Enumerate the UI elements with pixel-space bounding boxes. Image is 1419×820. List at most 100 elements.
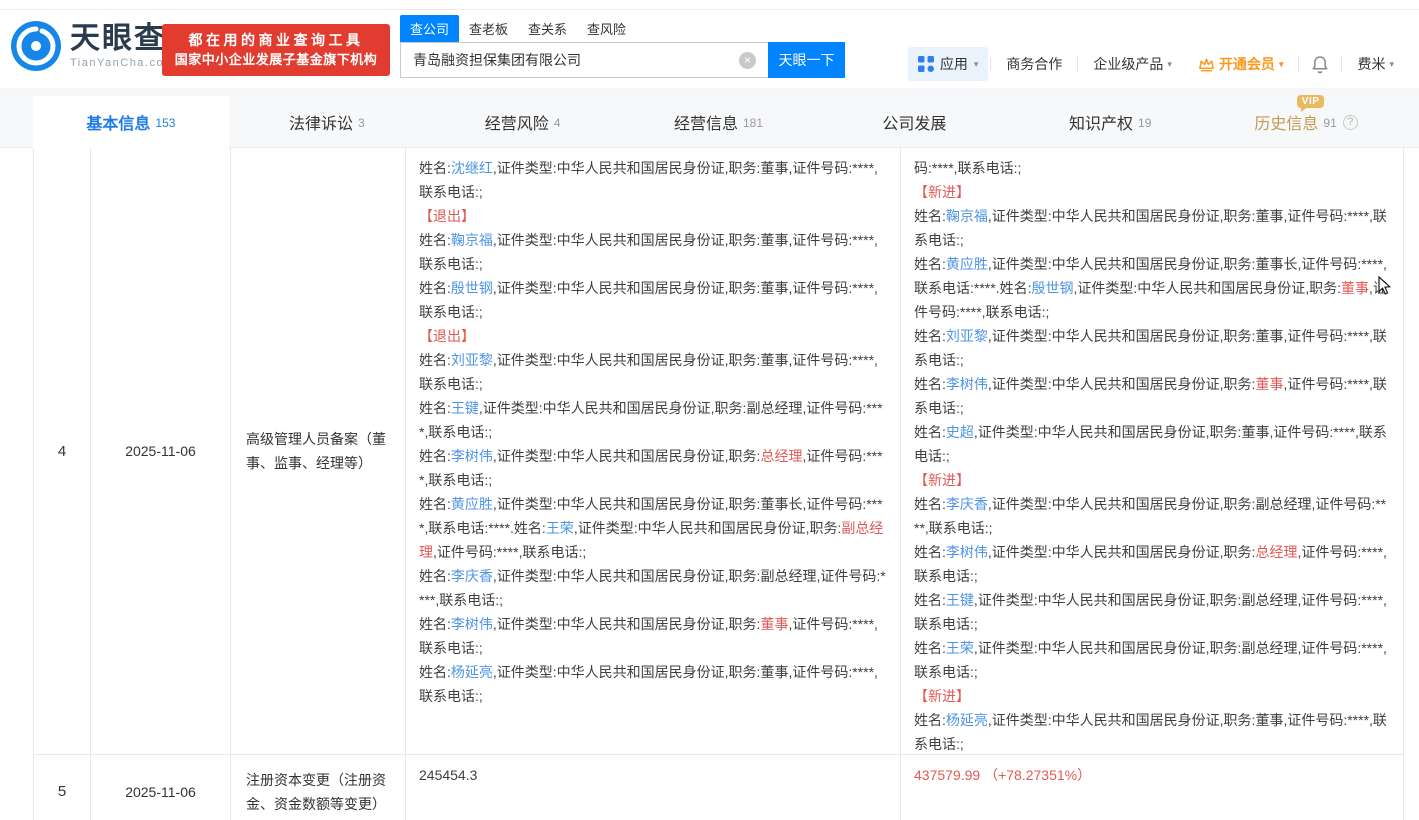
change-item: 注册资本变更（注册资金、资金数额等变更） xyxy=(230,755,405,820)
record-line: 【新进】 xyxy=(914,468,1390,492)
help-icon[interactable]: ? xyxy=(1343,115,1358,130)
record-line: 【新进】 xyxy=(914,180,1390,204)
search-tab-boss[interactable]: 查老板 xyxy=(459,15,518,42)
person-link[interactable]: 李树伟 xyxy=(451,448,493,464)
tianyancha-logo-icon xyxy=(10,20,62,72)
record-line: 437579.99 （+78.27351%） xyxy=(914,763,1390,787)
brand-name: 天眼查 xyxy=(70,23,175,55)
apps-menu[interactable]: 应用 ▾ xyxy=(908,47,989,81)
person-link[interactable]: 殷世钢 xyxy=(451,280,493,296)
record-line: 姓名:李树伟,证件类型:中华人民共和国居民身份证,职务:总经理,证件号码:***… xyxy=(914,540,1390,588)
tab-count: 91 xyxy=(1323,116,1336,130)
change-date: 2025-11-06 xyxy=(90,148,230,755)
divider xyxy=(1077,57,1078,71)
person-link[interactable]: 李树伟 xyxy=(451,616,493,632)
highlight-text: 【新进】 xyxy=(914,688,970,704)
tab-count: 3 xyxy=(358,116,365,130)
divider xyxy=(1298,57,1299,71)
person-link[interactable]: 杨延亮 xyxy=(451,664,493,680)
person-link[interactable]: 刘亚黎 xyxy=(451,352,493,368)
enterprise-products-menu[interactable]: 企业级产品 ▾ xyxy=(1080,54,1185,74)
chevron-down-icon: ▾ xyxy=(974,59,979,70)
brand-logo[interactable]: 天眼查 TianYanCha.com xyxy=(10,20,175,72)
record-line: 【退出】 xyxy=(419,204,887,228)
person-link[interactable]: 沈继红 xyxy=(451,160,493,176)
highlight-text: 总经理 xyxy=(760,448,802,464)
before-change-cell: 姓名:沈继红,证件类型:中华人民共和国居民身份证,职务:董事,证件号码:****… xyxy=(405,148,900,755)
header: 天眼查 TianYanCha.com 都在用的商业查询工具 国家中小企业发展子基… xyxy=(0,10,1419,88)
person-link[interactable]: 殷世钢 xyxy=(1031,280,1073,296)
tab-label: 法律诉讼 xyxy=(289,110,353,134)
tab-operating-risk[interactable]: 经营风险4 xyxy=(425,96,621,148)
notifications-button[interactable] xyxy=(1301,55,1339,74)
record-line: 姓名:刘亚黎,证件类型:中华人民共和国居民身份证,职务:董事,证件号码:****… xyxy=(914,324,1390,372)
tab-basic-info[interactable]: 基本信息153 xyxy=(33,96,229,148)
person-link[interactable]: 鞠京福 xyxy=(946,208,988,224)
user-account-menu[interactable]: 费米 ▾ xyxy=(1344,54,1407,74)
highlight-text: 【退出】 xyxy=(419,328,475,344)
tab-intellectual-property[interactable]: 知识产权19 xyxy=(1012,96,1208,148)
record-line: 姓名:黄应胜,证件类型:中华人民共和国居民身份证,职务:董事长,证件号码:***… xyxy=(914,252,1390,324)
section-divider xyxy=(0,88,1419,96)
search-tab-risk[interactable]: 查风险 xyxy=(577,15,636,42)
person-link[interactable]: 王荣 xyxy=(946,640,974,656)
search-input[interactable] xyxy=(400,42,768,78)
record-line: 【退出】 xyxy=(419,324,887,348)
record-line: 姓名:沈继红,证件类型:中华人民共和国居民身份证,职务:董事,证件号码:****… xyxy=(419,156,887,204)
record-line: 姓名:殷世钢,证件类型:中华人民共和国居民身份证,职务:董事,证件号码:****… xyxy=(419,276,887,324)
brand-domain: TianYanCha.com xyxy=(70,57,175,69)
chevron-down-icon: ▾ xyxy=(1389,59,1394,70)
record-line: 姓名:杨延亮,证件类型:中华人民共和国居民身份证,职务:董事,证件号码:****… xyxy=(914,708,1390,756)
tab-label: 基本信息 xyxy=(86,110,150,134)
tab-label: 知识产权 xyxy=(1069,110,1133,134)
person-link[interactable]: 杨延亮 xyxy=(946,712,988,728)
search-tab-company[interactable]: 查公司 xyxy=(400,15,459,42)
person-link[interactable]: 李树伟 xyxy=(946,544,988,560)
tab-operating-info[interactable]: 经营信息181 xyxy=(621,96,817,148)
tab-count: 4 xyxy=(554,116,561,130)
person-link[interactable]: 王荣 xyxy=(546,520,574,536)
tab-label: 历史信息 xyxy=(1254,110,1318,134)
tab-history[interactable]: 历史信息VIP91? xyxy=(1208,96,1404,148)
header-menu: 应用 ▾ 商务合作 企业级产品 ▾ 开通会员 ▾ xyxy=(908,46,1407,82)
search-tab-relation[interactable]: 查关系 xyxy=(518,15,577,42)
person-link[interactable]: 史超 xyxy=(946,424,974,440)
search-button[interactable]: 天眼一下 xyxy=(768,42,845,78)
record-line: 码:****,联系电话:; xyxy=(914,156,1390,180)
chevron-down-icon: ▾ xyxy=(1279,59,1284,70)
record-line: 姓名:李树伟,证件类型:中华人民共和国居民身份证,职务:董事,证件号码:****… xyxy=(419,612,887,660)
table-row: 52025-11-06注册资本变更（注册资金、资金数额等变更）245454.34… xyxy=(33,755,1404,820)
slogan-badge: 都在用的商业查询工具 国家中小企业发展子基金旗下机构 xyxy=(162,24,390,76)
open-vip-menu[interactable]: 开通会员 ▾ xyxy=(1185,54,1297,74)
clear-search-icon[interactable]: × xyxy=(739,52,756,69)
crown-icon xyxy=(1198,56,1215,73)
highlight-text: 437579.99 （+78.27351%） xyxy=(914,767,1091,783)
tab-development[interactable]: 公司发展 xyxy=(816,96,1012,148)
record-line: 姓名:王键,证件类型:中华人民共和国居民身份证,职务:副总经理,证件号码:***… xyxy=(419,396,887,444)
person-link[interactable]: 鞠京福 xyxy=(451,232,493,248)
highlight-text: 董事 xyxy=(1341,280,1369,296)
company-tabbar: 基本信息153 法律诉讼 3 经营风险4经营信息181公司发展知识产权19历史信息VI… xyxy=(0,96,1419,148)
person-link[interactable]: 黄应胜 xyxy=(946,256,988,272)
person-link[interactable]: 李树伟 xyxy=(946,376,988,392)
change-records-table: 42025-11-06高级管理人员备案（董事、监事、经理等）姓名:沈继红,证件类… xyxy=(33,148,1404,820)
apps-label: 应用 xyxy=(940,54,968,74)
business-cooperation-link[interactable]: 商务合作 xyxy=(993,54,1075,74)
person-link[interactable]: 王键 xyxy=(946,592,974,608)
tab-legal[interactable]: 法律诉讼 3 xyxy=(229,96,425,148)
person-link[interactable]: 刘亚黎 xyxy=(946,328,988,344)
slogan-line1: 都在用的商业查询工具 xyxy=(162,30,390,50)
search-area: 查公司查老板查关系查风险 × 天眼一下 xyxy=(400,16,845,78)
divider xyxy=(1341,57,1342,71)
person-link[interactable]: 李庆香 xyxy=(946,496,988,512)
person-link[interactable]: 黄应胜 xyxy=(451,496,493,512)
record-line: 姓名:黄应胜,证件类型:中华人民共和国居民身份证,职务:董事长,证件号码:***… xyxy=(419,492,887,564)
change-item: 高级管理人员备案（董事、监事、经理等） xyxy=(230,148,405,755)
person-link[interactable]: 李庆香 xyxy=(451,568,493,584)
divider xyxy=(990,57,991,71)
highlight-text: 【新进】 xyxy=(914,472,970,488)
record-line: 姓名:鞠京福,证件类型:中华人民共和国居民身份证,职务:董事,证件号码:****… xyxy=(419,228,887,276)
record-line: 姓名:李树伟,证件类型:中华人民共和国居民身份证,职务:总经理,证件号码:***… xyxy=(419,444,887,492)
person-link[interactable]: 王键 xyxy=(451,400,479,416)
slogan-line2: 国家中小企业发展子基金旗下机构 xyxy=(162,50,390,69)
